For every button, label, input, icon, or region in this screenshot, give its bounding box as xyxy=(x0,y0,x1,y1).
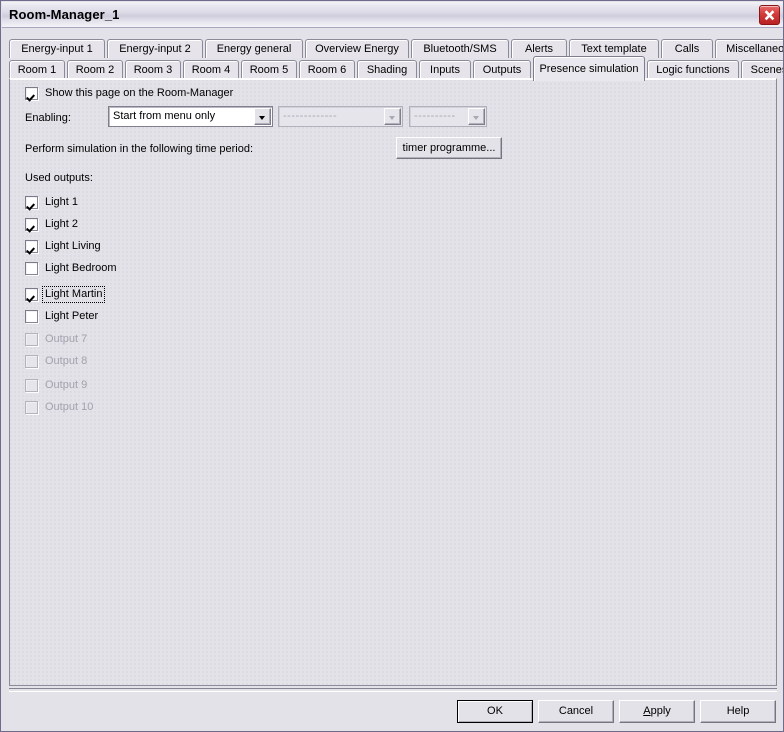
tab-presence-simulation[interactable]: Presence simulation xyxy=(533,56,645,81)
enabling-combo-3: ---------- xyxy=(409,106,487,127)
output-label-1: Light 1 xyxy=(45,195,79,208)
output-checkbox-1[interactable] xyxy=(25,195,38,209)
show-page-checkbox[interactable] xyxy=(25,86,38,100)
output-checkbox-9 xyxy=(25,378,38,392)
tab-room-3[interactable]: Room 3 xyxy=(125,60,181,79)
output-row-8: Output 8 xyxy=(25,353,87,369)
help-button[interactable]: Help xyxy=(700,700,776,723)
output-label-6: Light Peter xyxy=(45,309,99,322)
apply-accel-letter: A xyxy=(643,705,651,717)
output-row-4[interactable]: Light Bedroom xyxy=(25,260,117,276)
tab-overview-energy[interactable]: Overview Energy xyxy=(305,39,409,58)
ok-button[interactable]: OK xyxy=(457,700,533,723)
tab-bluetooth-sms[interactable]: Bluetooth/SMS xyxy=(411,39,509,58)
output-row-10: Output 10 xyxy=(25,399,93,415)
tab-scenes[interactable]: Scenes xyxy=(741,60,783,79)
output-label-7: Output 7 xyxy=(45,332,88,345)
output-checkbox-5[interactable] xyxy=(25,287,38,301)
output-checkbox-3[interactable] xyxy=(25,239,38,253)
output-row-6[interactable]: Light Peter xyxy=(25,308,98,324)
dialog-window: Room-Manager_1 Energy-input 1 Energy-inpu… xyxy=(0,0,784,732)
tab-calls[interactable]: Calls xyxy=(661,39,713,58)
apply-rest-label: pply xyxy=(650,705,671,717)
output-checkbox-2[interactable] xyxy=(25,217,38,231)
enabling-combo-value: Start from menu only xyxy=(113,110,216,122)
output-row-5[interactable]: Light Martin xyxy=(25,285,106,303)
window-title: Room-Manager_1 xyxy=(9,7,120,22)
output-checkbox-7 xyxy=(25,332,38,346)
output-row-3[interactable]: Light Living xyxy=(25,238,101,254)
enabling-combo-2: ------------- xyxy=(278,106,403,127)
footer-separator xyxy=(9,688,777,692)
output-checkbox-10 xyxy=(25,400,38,414)
apply-button[interactable]: Apply xyxy=(619,700,695,723)
output-label-8: Output 8 xyxy=(45,354,88,367)
output-checkbox-8 xyxy=(25,354,38,368)
timer-programme-button[interactable]: timer programme... xyxy=(396,137,502,159)
output-row-2[interactable]: Light 2 xyxy=(25,216,78,232)
tab-room-5[interactable]: Room 5 xyxy=(241,60,297,79)
chevron-down-icon-2 xyxy=(384,108,401,125)
title-bar[interactable]: Room-Manager_1 xyxy=(2,2,783,28)
tab-room-1[interactable]: Room 1 xyxy=(9,60,65,79)
output-checkbox-4[interactable] xyxy=(25,261,38,275)
cancel-button[interactable]: Cancel xyxy=(538,700,614,723)
output-label-5: Light Martin xyxy=(41,285,106,303)
tab-energy-general[interactable]: Energy general xyxy=(205,39,303,58)
tab-miscellaneous[interactable]: Miscellaneous xyxy=(715,39,783,58)
presence-simulation-panel: Show this page on the Room-Manager Enabl… xyxy=(9,78,777,686)
output-checkbox-6[interactable] xyxy=(25,309,38,323)
enabling-label: Enabling: xyxy=(25,112,71,124)
tab-logic-functions[interactable]: Logic functions xyxy=(647,60,739,79)
close-x-icon xyxy=(764,10,775,21)
enabling-combo-2-value: ------------- xyxy=(283,110,338,122)
output-label-10: Output 10 xyxy=(45,400,94,413)
output-row-1[interactable]: Light 1 xyxy=(25,194,78,210)
output-label-4: Light Bedroom xyxy=(45,261,117,274)
enabling-combo-3-value: ---------- xyxy=(414,110,456,122)
chevron-down-icon[interactable] xyxy=(254,108,271,125)
tab-shading[interactable]: Shading xyxy=(357,60,417,79)
tab-room-4[interactable]: Room 4 xyxy=(183,60,239,79)
tab-energy-input-1[interactable]: Energy-input 1 xyxy=(9,39,105,58)
output-label-9: Output 9 xyxy=(45,378,88,391)
chevron-down-icon-3 xyxy=(468,108,485,125)
output-label-2: Light 2 xyxy=(45,217,79,230)
tab-row-lower: Room 1 Room 2 Room 3 Room 4 Room 5 Room 6 Shad… xyxy=(9,56,783,81)
tab-outputs[interactable]: Outputs xyxy=(473,60,531,79)
output-label-3: Light Living xyxy=(45,239,101,252)
tab-room-2[interactable]: Room 2 xyxy=(67,60,123,79)
tab-inputs[interactable]: Inputs xyxy=(419,60,471,79)
tab-row-upper: Energy-input 1 Energy-input 2 Energy gener… xyxy=(9,37,783,58)
tab-room-6[interactable]: Room 6 xyxy=(299,60,355,79)
show-page-checkbox-row[interactable]: Show this page on the Room-Manager xyxy=(25,85,233,101)
show-page-label: Show this page on the Room-Manager xyxy=(45,86,234,99)
close-button[interactable] xyxy=(759,5,780,25)
output-row-9: Output 9 xyxy=(25,377,87,393)
tab-energy-input-2[interactable]: Energy-input 2 xyxy=(107,39,203,58)
used-outputs-label: Used outputs: xyxy=(25,172,93,184)
time-period-label: Perform simulation in the following time… xyxy=(25,143,254,155)
enabling-combo[interactable]: Start from menu only xyxy=(108,106,273,127)
output-row-7: Output 7 xyxy=(25,331,87,347)
